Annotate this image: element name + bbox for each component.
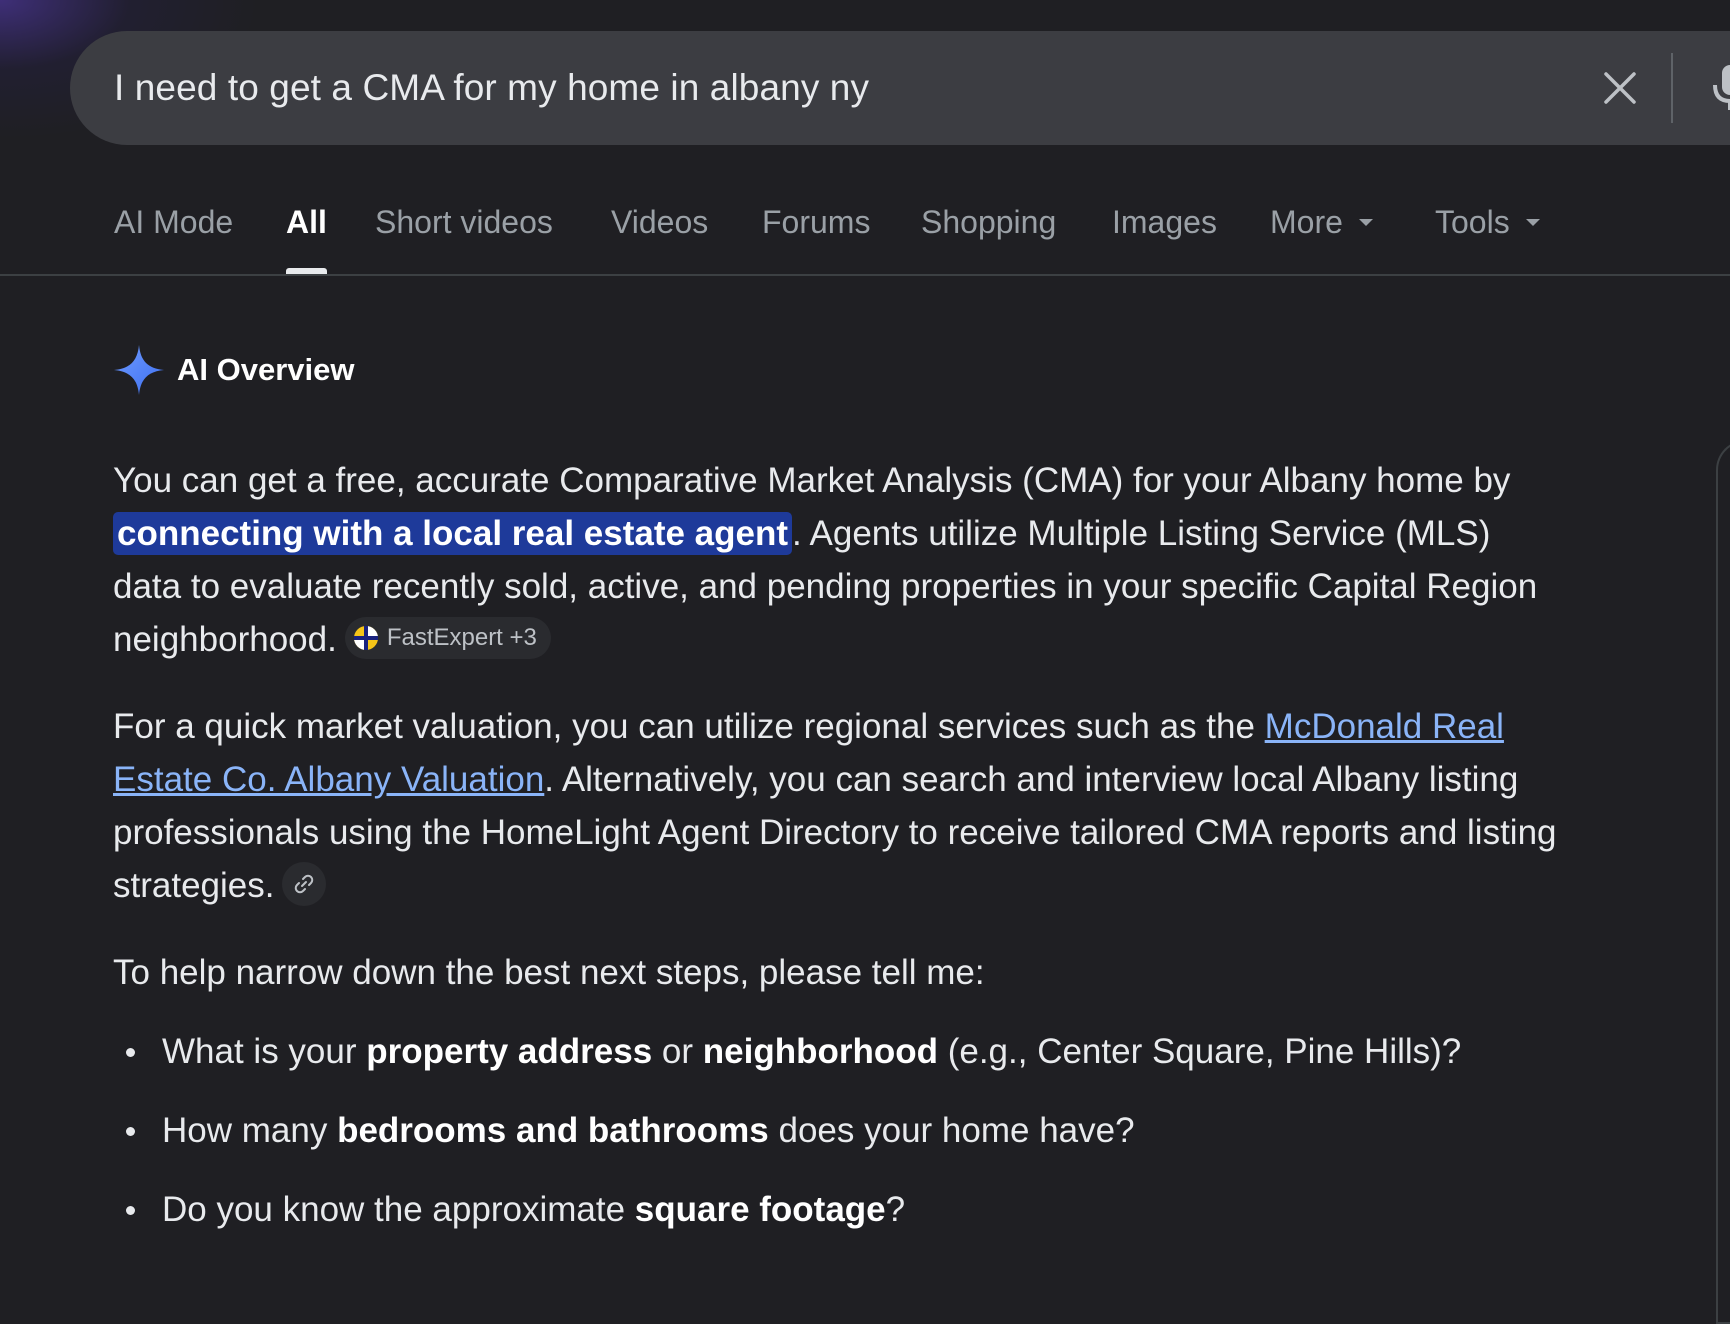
tab-tools[interactable]: Tools <box>1435 170 1540 274</box>
sparkle-icon <box>114 345 164 395</box>
tab-all[interactable]: All <box>286 170 327 274</box>
tab-label: Forums <box>762 203 871 240</box>
tab-label: More <box>1270 203 1343 240</box>
tab-label: Shopping <box>921 203 1057 240</box>
tab-images[interactable]: Images <box>1112 170 1217 274</box>
question-list: What is your property address or neighbo… <box>113 1025 1563 1236</box>
side-panel-edge <box>1716 440 1730 1324</box>
overview-paragraph-1: You can get a free, accurate Comparative… <box>113 454 1563 666</box>
fastexpert-logo-icon <box>353 625 378 650</box>
search-bar[interactable]: I need to get a CMA for my home in alban… <box>70 31 1730 145</box>
ai-overview-header: AI Overview <box>113 344 354 396</box>
source-chip[interactable]: FastExpert +3 <box>344 616 551 659</box>
tab-more[interactable]: More <box>1270 170 1373 274</box>
chevron-down-icon <box>1525 218 1540 226</box>
paragraph-text: For a quick market valuation, you can ut… <box>113 707 1265 746</box>
tab-ai-mode[interactable]: AI Mode <box>114 170 233 274</box>
tab-label: Tools <box>1435 203 1510 240</box>
list-item: What is your property address or neighbo… <box>113 1025 1563 1078</box>
tab-label: Images <box>1112 203 1217 240</box>
microphone-icon <box>1713 65 1730 110</box>
tab-videos[interactable]: Videos <box>611 170 708 274</box>
list-item: Do you know the approximate square foota… <box>113 1183 1563 1236</box>
list-item: How many bedrooms and bathrooms does you… <box>113 1104 1563 1157</box>
voice-search-button[interactable] <box>1702 60 1730 116</box>
overview-paragraph-3: To help narrow down the best next steps,… <box>113 953 985 992</box>
close-icon <box>1604 72 1636 104</box>
link-icon <box>295 874 314 893</box>
tab-label: Videos <box>611 203 709 240</box>
highlighted-answer: connecting with a local real estate agen… <box>113 512 793 555</box>
tab-label: Short videos <box>375 203 553 240</box>
ai-overview-title: AI Overview <box>177 352 355 387</box>
clear-search-button[interactable] <box>1592 60 1648 116</box>
overview-paragraph-2: For a quick market valuation, you can ut… <box>113 700 1563 912</box>
tab-shopping[interactable]: Shopping <box>921 170 1056 274</box>
search-input[interactable]: I need to get a CMA for my home in alban… <box>114 31 1594 145</box>
ai-overview-content: You can get a free, accurate Comparative… <box>113 454 1563 1262</box>
paragraph-text: You can get a free, accurate Comparative… <box>113 461 1511 500</box>
tab-label: AI Mode <box>114 203 234 240</box>
tab-short-videos[interactable]: Short videos <box>375 170 553 274</box>
chevron-down-icon <box>1358 218 1373 226</box>
source-chip-label: FastExpert +3 <box>386 624 537 652</box>
source-link-button[interactable] <box>282 861 327 906</box>
tab-forums[interactable]: Forums <box>762 170 870 274</box>
search-tabs: AI Mode All Short videos Videos Forums S… <box>0 170 1730 276</box>
search-bar-divider <box>1671 53 1673 123</box>
tab-label: All <box>286 203 327 240</box>
